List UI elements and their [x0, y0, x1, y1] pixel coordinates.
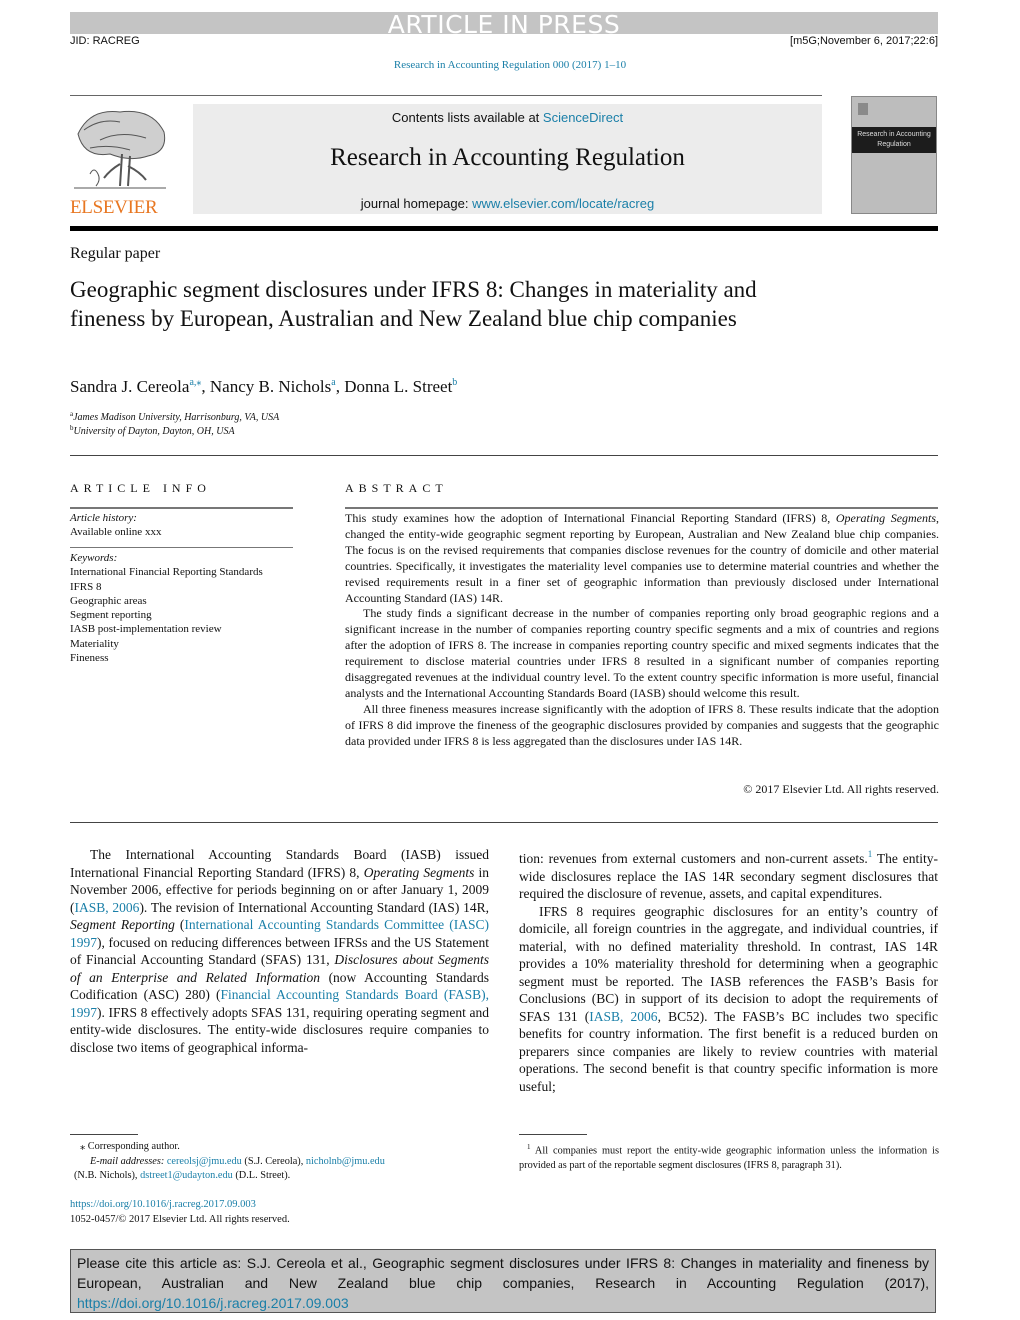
body-column-right: tion: revenues from external customers a…	[519, 846, 938, 1095]
body-text: ). The revision of International Account…	[139, 899, 489, 915]
author-affiliation-mark[interactable]: a,⁎	[189, 377, 201, 388]
footnote-1: 1 All companies must report the entity-w…	[519, 1140, 939, 1173]
author-name[interactable]: Sandra J. Cereola	[70, 377, 189, 396]
keywords-list: Keywords: International Financial Report…	[70, 551, 263, 665]
body-italic-text: Segment Reporting	[70, 917, 175, 932]
build-stamp: [m5G;November 6, 2017;22:6]	[790, 35, 938, 47]
keyword: International Financial Reporting Standa…	[70, 566, 263, 579]
elsevier-logo[interactable]: ELSEVIER	[70, 104, 170, 218]
email-owner: (S.J. Cereola),	[241, 1155, 306, 1167]
affiliation-text: James Madison University, Harrisonburg, …	[73, 412, 280, 423]
body-paragraph: tion: revenues from external customers a…	[519, 846, 938, 903]
history-label: Article history:	[70, 512, 137, 524]
body-paragraph: The International Accounting Standards B…	[70, 846, 489, 1056]
abstract-rule	[345, 507, 938, 509]
email-owner: (D.L. Street).	[232, 1170, 291, 1181]
masthead-bar	[70, 226, 938, 231]
keywords-rule	[70, 547, 293, 548]
homepage-prefix: journal homepage:	[360, 196, 473, 211]
article-info-heading: ARTICLE INFO	[70, 481, 211, 495]
affiliation: aJames Madison University, Harrisonburg,…	[70, 410, 279, 423]
email-label: E-mail addresses:	[90, 1155, 167, 1167]
keyword: Materiality	[70, 637, 119, 650]
masthead-box: Contents lists available at ScienceDirec…	[193, 104, 822, 214]
body-italic-text: Operating Segments	[363, 864, 475, 880]
footnote-rule	[70, 1134, 138, 1135]
author-name[interactable]: Nancy B. Nichols	[210, 377, 331, 396]
contents-line: Contents lists available at ScienceDirec…	[193, 110, 822, 125]
body-column-left: The International Accounting Standards B…	[70, 846, 489, 1056]
body-text: (	[174, 917, 185, 932]
corresponding-author-note: ⁎ Corresponding author. E-mail addresses…	[70, 1140, 490, 1184]
keyword: Segment reporting	[70, 609, 152, 622]
abstract-paragraph: The study finds a significant decrease i…	[345, 606, 939, 700]
article-in-press-banner: ARTICLE IN PRESS	[70, 12, 938, 38]
citation-link[interactable]: IASB, 2006	[75, 900, 140, 915]
cover-title: Research in Accounting Regulation	[852, 127, 936, 153]
elsevier-wordmark: ELSEVIER	[70, 197, 158, 218]
abstract-text: , changed the entity-wide geographic seg…	[345, 511, 940, 605]
body-paragraph: IFRS 8 requires geographic disclosures f…	[519, 903, 938, 1096]
issn-copyright: 1052-0457/© 2017 Elsevier Ltd. All right…	[70, 1213, 290, 1225]
abstract-italic-text: Operating Segments	[835, 511, 937, 525]
author-affiliation-mark[interactable]: b	[452, 377, 457, 388]
citation-box: Please cite this article as: S.J. Cereol…	[70, 1249, 936, 1313]
email-line: E-mail addresses: cereolsj@jmu.edu (S.J.…	[70, 1155, 490, 1170]
keyword: Fineness	[70, 652, 109, 665]
body-text: ). IFRS 8 effectively adopts SFAS 131, r…	[70, 1004, 489, 1055]
body-text: tion: revenues from external customers a…	[519, 851, 868, 866]
doi-block: https://doi.org/10.1016/j.racreg.2017.09…	[70, 1198, 290, 1227]
cover-publisher-icon	[858, 103, 868, 115]
body-text: IFRS 8 requires geographic disclosures f…	[519, 903, 938, 1024]
email-line: (N.B. Nichols), dstreet1@udayton.edu (D.…	[70, 1169, 490, 1184]
elsevier-tree-icon	[74, 110, 166, 189]
email-link[interactable]: cereolsj@jmu.edu	[167, 1156, 242, 1167]
footnote-text: All companies must report the entity-wid…	[519, 1145, 939, 1171]
paper-title: Geographic segment disclosures under IFR…	[70, 277, 757, 331]
doi-link[interactable]: https://doi.org/10.1016/j.racreg.2017.09…	[70, 1198, 290, 1213]
journal-cover-thumbnail[interactable]: Research in Accounting Regulation	[851, 96, 937, 214]
keyword: Geographic areas	[70, 594, 147, 607]
abstract-copyright: © 2017 Elsevier Ltd. All rights reserved…	[743, 782, 939, 796]
sciencedirect-link[interactable]: ScienceDirect	[543, 110, 623, 125]
keyword: IFRS 8	[70, 580, 102, 593]
journal-reference-link[interactable]: Research in Accounting Regulation 000 (2…	[0, 59, 1020, 71]
abstract-body: This study examines how the adoption of …	[345, 511, 939, 750]
email-link[interactable]: nicholnb@jmu.edu	[306, 1156, 385, 1167]
citation-doi-link[interactable]: https://doi.org/10.1016/j.racreg.2017.09…	[77, 1295, 349, 1311]
keyword: IASB post-implementation review	[70, 623, 222, 636]
keywords-label: Keywords:	[70, 552, 118, 564]
masthead-rule	[70, 95, 822, 96]
email-owner: (N.B. Nichols),	[74, 1170, 141, 1181]
journal-id: JID: RACREG	[70, 35, 140, 47]
paper-type: Regular paper	[70, 245, 161, 262]
article-info-rule	[70, 507, 293, 509]
body-divider	[70, 822, 938, 823]
article-history: Article history: Available online xxx	[70, 511, 161, 539]
journal-title: Research in Accounting Regulation	[330, 144, 685, 171]
corresponding-author-label: ⁎ Corresponding author.	[80, 1141, 180, 1152]
contents-prefix: Contents lists available at	[391, 110, 543, 125]
footnote-rule	[519, 1134, 587, 1135]
title-divider	[70, 455, 938, 456]
email-link[interactable]: dstreet1@udayton.edu	[140, 1170, 233, 1181]
journal-homepage-link[interactable]: www.elsevier.com/locate/racreg	[472, 196, 654, 211]
affiliation: bUniversity of Dayton, Dayton, OH, USA	[70, 424, 235, 437]
affiliation-text: University of Dayton, Dayton, OH, USA	[73, 426, 235, 437]
abstract-paragraph: This study examines how the adoption of …	[345, 511, 939, 606]
citation-text: Please cite this article as: S.J. Cereol…	[77, 1255, 929, 1291]
abstract-text: This study examines how the adoption of …	[345, 511, 836, 525]
author-list: Sandra J. Cereolaa,⁎, Nancy B. Nicholsa,…	[70, 377, 458, 396]
history-value: Available online xxx	[70, 526, 162, 538]
citation-link[interactable]: IASB, 2006	[589, 1009, 657, 1024]
abstract-paragraph: All three fineness measures increase sig…	[345, 701, 939, 748]
abstract-heading: ABSTRACT	[345, 481, 448, 495]
author-affiliation-mark[interactable]: a	[331, 377, 335, 388]
homepage-line: journal homepage: www.elsevier.com/locat…	[193, 196, 822, 211]
author-name[interactable]: Donna L. Street	[344, 377, 452, 396]
